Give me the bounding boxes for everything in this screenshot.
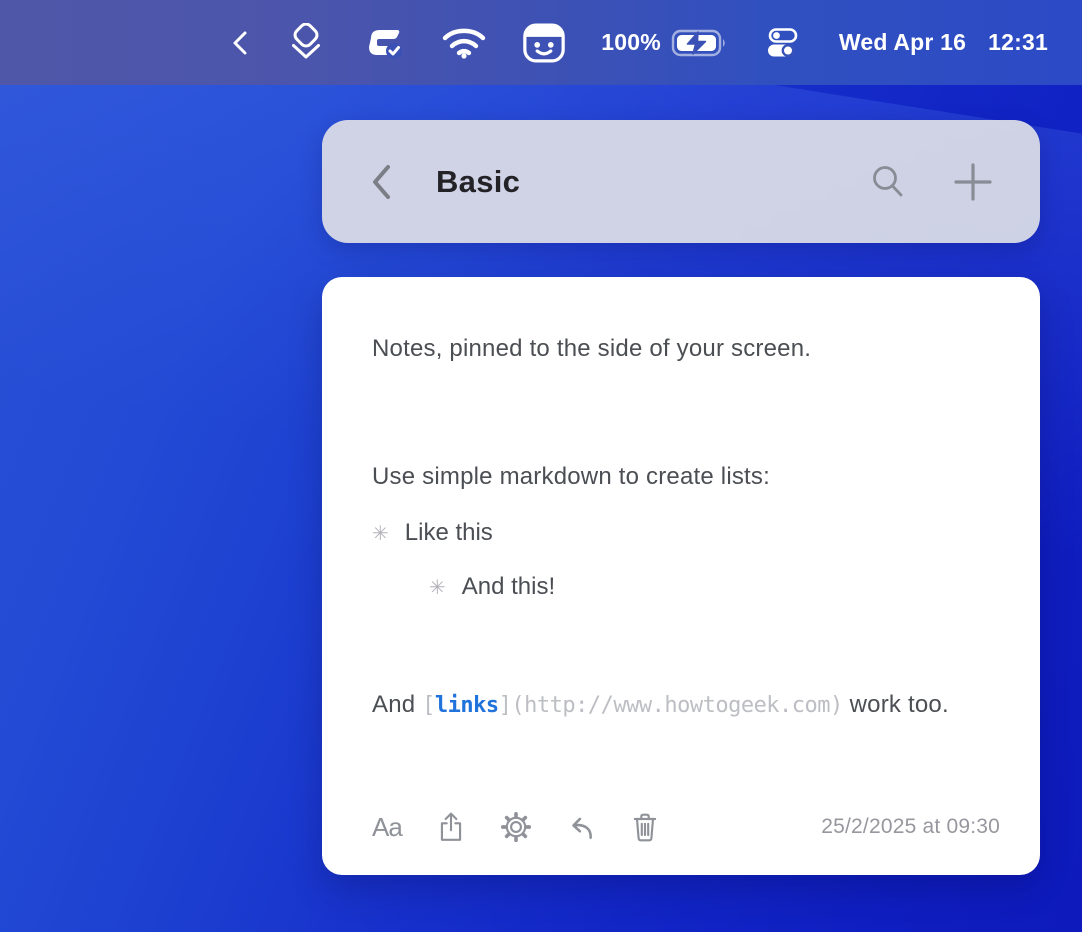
undo-button[interactable]: [566, 813, 596, 841]
settings-button[interactable]: [500, 811, 532, 843]
markdown-url: (http://www.howtogeek.com): [511, 693, 842, 718]
list-item-text: And this!: [462, 573, 555, 601]
menubar-date: Wed Apr 16: [839, 29, 966, 56]
share-icon: [436, 811, 466, 843]
list-item: ✳ And this!: [372, 573, 990, 601]
battery-percent: 100%: [601, 29, 661, 56]
note-timestamp: 25/2/2025 at 09:30: [821, 815, 1000, 839]
bullet-asterisk-icon: ✳: [429, 575, 446, 599]
back-button[interactable]: [368, 162, 394, 202]
share-button[interactable]: [436, 811, 466, 843]
menubar-time: 12:31: [988, 29, 1048, 56]
search-button[interactable]: [868, 162, 908, 202]
search-icon: [868, 162, 908, 202]
markdown-link-text[interactable]: links: [435, 693, 499, 718]
battery-charging-icon: [671, 28, 729, 58]
list-item: ✳ Like this: [372, 519, 990, 547]
note-titlebar: Basic: [322, 120, 1040, 243]
wifi-icon[interactable]: [441, 26, 487, 60]
note-list-title: Basic: [436, 164, 520, 200]
face-app-icon[interactable]: [523, 23, 565, 63]
control-center-icon[interactable]: [765, 26, 799, 60]
note-paragraph-link: And [links](http://www.howtogeek.com) wo…: [372, 683, 992, 727]
note-paragraph: Notes, pinned to the side of your screen…: [372, 277, 990, 369]
link-line-after: work too.: [843, 691, 949, 718]
layers-icon[interactable]: [287, 23, 325, 63]
menubar-chevron-left-icon[interactable]: [229, 28, 251, 58]
menu-bar: 100% Wed Apr 16 12:31: [0, 0, 1082, 85]
note-editor[interactable]: Notes, pinned to the side of your screen…: [372, 277, 990, 727]
note-paragraph: Use simple markdown to create lists:: [372, 457, 990, 497]
gear-icon: [500, 811, 532, 843]
delete-button[interactable]: [630, 811, 660, 843]
back-chevron-icon: [368, 162, 394, 202]
bullet-asterisk-icon: ✳: [372, 521, 389, 545]
undo-icon: [566, 813, 596, 841]
text-format-button[interactable]: Aa: [372, 812, 402, 843]
markdown-open-bracket: [: [422, 693, 435, 718]
plus-icon: [952, 161, 994, 203]
note-toolbar: Aa: [372, 807, 1000, 847]
menubar-clock[interactable]: Wed Apr 16 12:31: [839, 29, 1048, 56]
new-note-button[interactable]: [952, 161, 994, 203]
list-item-text: Like this: [405, 519, 493, 547]
link-line-before: And: [372, 691, 422, 718]
vpn-check-icon[interactable]: [361, 24, 405, 62]
note-card: Notes, pinned to the side of your screen…: [322, 277, 1040, 875]
trash-icon: [630, 811, 660, 843]
battery-status[interactable]: 100%: [601, 28, 729, 58]
markdown-close-bracket: ]: [499, 693, 512, 718]
